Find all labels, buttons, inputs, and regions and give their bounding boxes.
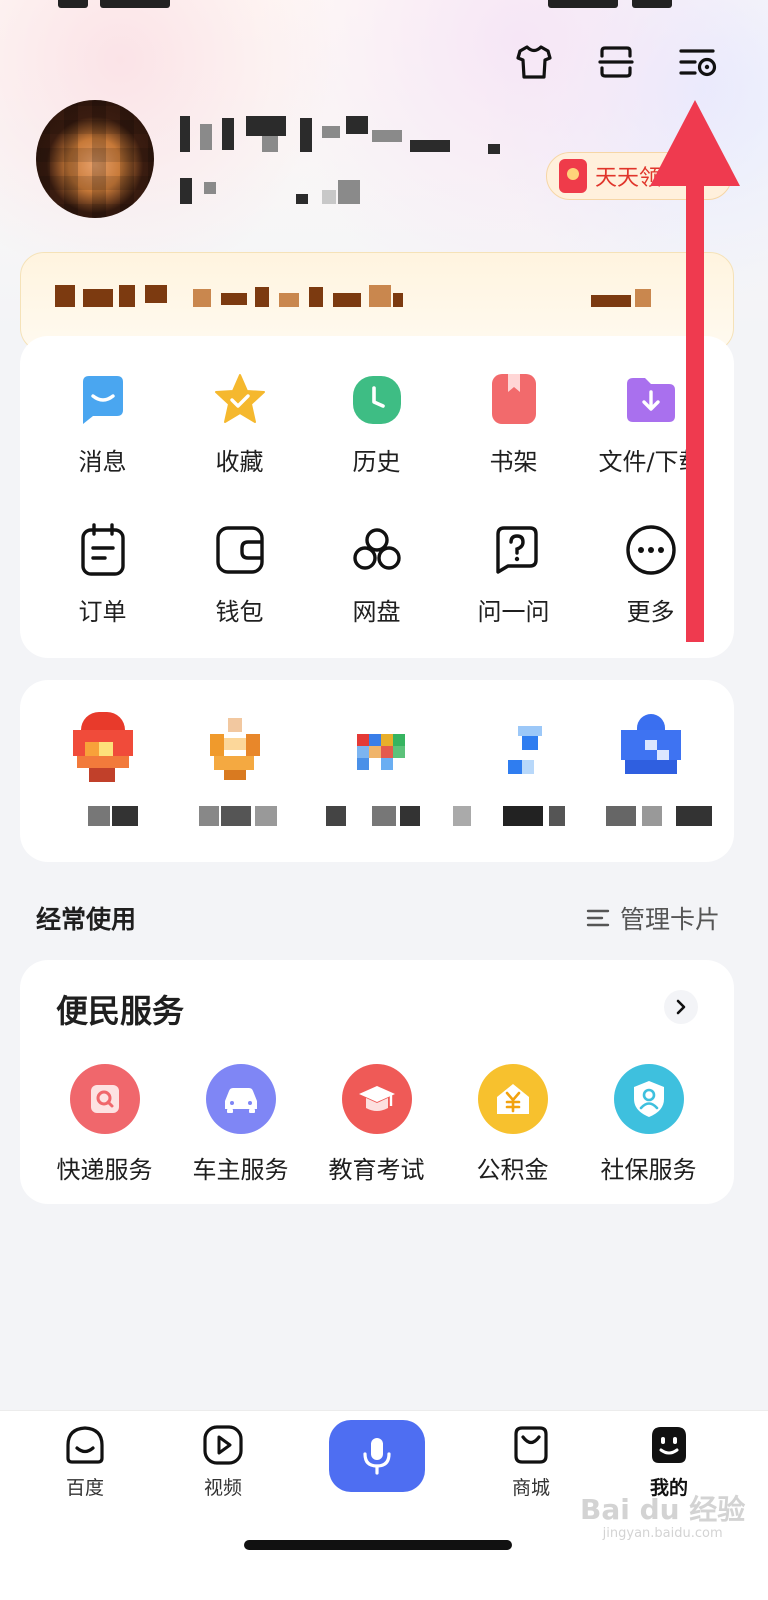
ask-icon [495, 526, 538, 574]
status-bar-fragment [100, 0, 170, 8]
app-logo [341, 712, 413, 784]
frequent-section-title: 经常使用 [36, 905, 137, 934]
shortcut-label: 问一问 [477, 598, 550, 626]
watermark-text: Bai du 经验 [580, 1493, 746, 1526]
manage-cards-label: 管理卡片 [619, 905, 720, 934]
settings-button[interactable] [676, 40, 720, 84]
status-bar-fragment [58, 0, 88, 8]
service-label: 公积金 [476, 1156, 549, 1184]
services-card: 便民服务 快递服务 车主服务 教育考试 公积金 社保服务 [20, 960, 734, 1204]
tab-label: 百度 [65, 1477, 104, 1499]
express-icon [90, 1085, 119, 1113]
shortcut-label: 网盘 [352, 598, 401, 626]
star-icon [214, 374, 265, 423]
car-icon [224, 1088, 257, 1113]
app-item[interactable] [34, 712, 171, 826]
manage-cards-button[interactable]: 管理卡片 [586, 900, 720, 936]
bookshelf-icon [491, 374, 536, 424]
baidu-home-icon [66, 1426, 104, 1464]
list-icon [586, 909, 610, 927]
history-icon [352, 376, 401, 424]
shortcut-label: 书架 [489, 448, 538, 476]
watermark-url: jingyan.baidu.com [602, 1526, 723, 1541]
watermark: Bai du 经验 jingyan.baidu.com [580, 1488, 745, 1541]
tab-video[interactable]: 视频 [168, 1423, 278, 1500]
shortcut-label: 钱包 [215, 598, 264, 626]
settings-icon [679, 49, 717, 77]
housing-fund-icon [496, 1084, 529, 1114]
shortcut-favorites[interactable]: 收藏 [171, 372, 308, 477]
red-packet-icon [559, 159, 587, 193]
service-label: 社保服务 [600, 1156, 697, 1184]
services-more-button[interactable] [664, 990, 698, 1024]
service-housing-fund[interactable]: 公积金 [444, 1064, 581, 1185]
profile-face-icon [652, 1427, 686, 1463]
microphone-icon [363, 1438, 391, 1475]
scan-button[interactable] [594, 40, 638, 84]
shortcut-label: 消息 [78, 448, 127, 476]
annotation-arrow-icon [650, 100, 740, 642]
shortcut-messages[interactable]: 消息 [34, 372, 171, 477]
shortcut-cloud-drive[interactable]: 网盘 [308, 522, 445, 627]
shortcut-label: 历史 [352, 448, 401, 476]
status-bar-fragment [632, 0, 672, 8]
app-logo [478, 712, 550, 784]
skin-button[interactable] [512, 40, 556, 84]
wallet-icon [215, 526, 264, 574]
shop-bag-icon [514, 1426, 548, 1464]
message-icon [82, 376, 123, 424]
service-express[interactable]: 快递服务 [36, 1064, 173, 1185]
service-label: 教育考试 [328, 1156, 425, 1184]
shortcut-bookshelf[interactable]: 书架 [445, 372, 582, 477]
service-label: 车主服务 [192, 1156, 289, 1184]
order-icon [80, 523, 125, 576]
shortcut-label: 收藏 [215, 448, 264, 476]
chevron-right-icon [676, 999, 686, 1015]
services-title: 便民服务 [56, 992, 185, 1030]
status-bar-fragment [548, 0, 618, 8]
tab-label: 视频 [203, 1477, 242, 1499]
app-item[interactable] [308, 712, 445, 826]
service-car-owner[interactable]: 车主服务 [172, 1064, 309, 1185]
cloud-drive-icon [352, 528, 401, 570]
service-label: 快递服务 [56, 1156, 153, 1184]
shortcut-ask[interactable]: 问一问 [445, 522, 582, 627]
recent-apps-card [20, 680, 734, 862]
avatar[interactable] [36, 100, 154, 218]
app-item[interactable] [171, 712, 308, 826]
social-security-icon [633, 1081, 664, 1117]
service-social-security[interactable]: 社保服务 [580, 1064, 717, 1185]
shortcut-history[interactable]: 历史 [308, 372, 445, 477]
tab-label: 商城 [511, 1477, 550, 1499]
service-education[interactable]: 教育考试 [308, 1064, 445, 1185]
tab-baidu[interactable]: 百度 [30, 1423, 140, 1500]
home-indicator [244, 1540, 512, 1550]
video-icon [203, 1425, 243, 1465]
app-logo [615, 712, 687, 784]
shortcut-label: 订单 [78, 598, 127, 626]
shortcut-orders[interactable]: 订单 [34, 522, 171, 627]
app-logo [67, 712, 139, 784]
shortcut-wallet[interactable]: 钱包 [171, 522, 308, 627]
app-item[interactable] [582, 712, 719, 826]
tab-shop[interactable]: 商城 [476, 1423, 586, 1500]
scan-icon [598, 46, 634, 78]
skin-icon [516, 45, 552, 79]
shortcuts-card: 消息 收藏 历史 书架 文件/下载 订单 钱包 网盘 问一问 更多 [20, 336, 734, 658]
app-logo [204, 712, 276, 784]
voice-search-button[interactable] [329, 1420, 425, 1492]
app-item[interactable] [445, 712, 582, 826]
graduation-cap-icon [358, 1086, 395, 1111]
